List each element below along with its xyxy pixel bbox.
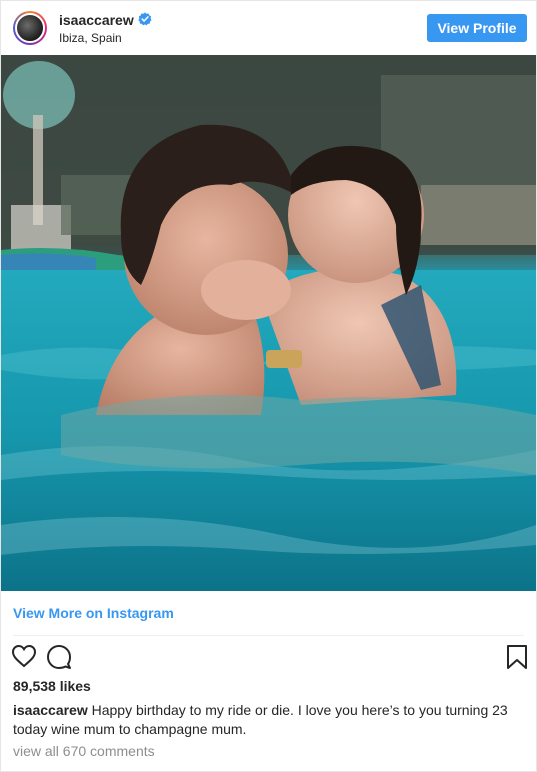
view-comments-link[interactable]: view all 670 comments bbox=[13, 743, 155, 759]
post-caption: isaaccarew Happy birthday to my ride or … bbox=[13, 701, 523, 739]
heart-icon[interactable] bbox=[11, 644, 37, 668]
like-count[interactable]: 89,538 likes bbox=[13, 678, 91, 694]
verified-badge-icon bbox=[138, 12, 152, 26]
post-photo[interactable] bbox=[1, 55, 536, 591]
profile-avatar[interactable] bbox=[13, 11, 47, 45]
location-link[interactable]: Ibiza, Spain bbox=[59, 31, 122, 45]
caption-username[interactable]: isaaccarew bbox=[13, 702, 88, 718]
avatar-image bbox=[15, 13, 45, 43]
comment-bubble-icon[interactable] bbox=[46, 644, 72, 670]
view-profile-button[interactable]: View Profile bbox=[427, 14, 527, 42]
view-more-link[interactable]: View More on Instagram bbox=[13, 605, 174, 621]
post-header: isaaccarew Ibiza, Spain View Profile bbox=[1, 1, 536, 55]
bookmark-icon[interactable] bbox=[506, 644, 528, 670]
username-link[interactable]: isaaccarew bbox=[59, 12, 134, 28]
divider bbox=[13, 635, 524, 636]
caption-text: Happy birthday to my ride or die. I love… bbox=[13, 702, 508, 737]
instagram-embed-card: isaaccarew Ibiza, Spain View Profile Vie… bbox=[0, 0, 537, 772]
pool-kiss-photo bbox=[1, 55, 536, 591]
